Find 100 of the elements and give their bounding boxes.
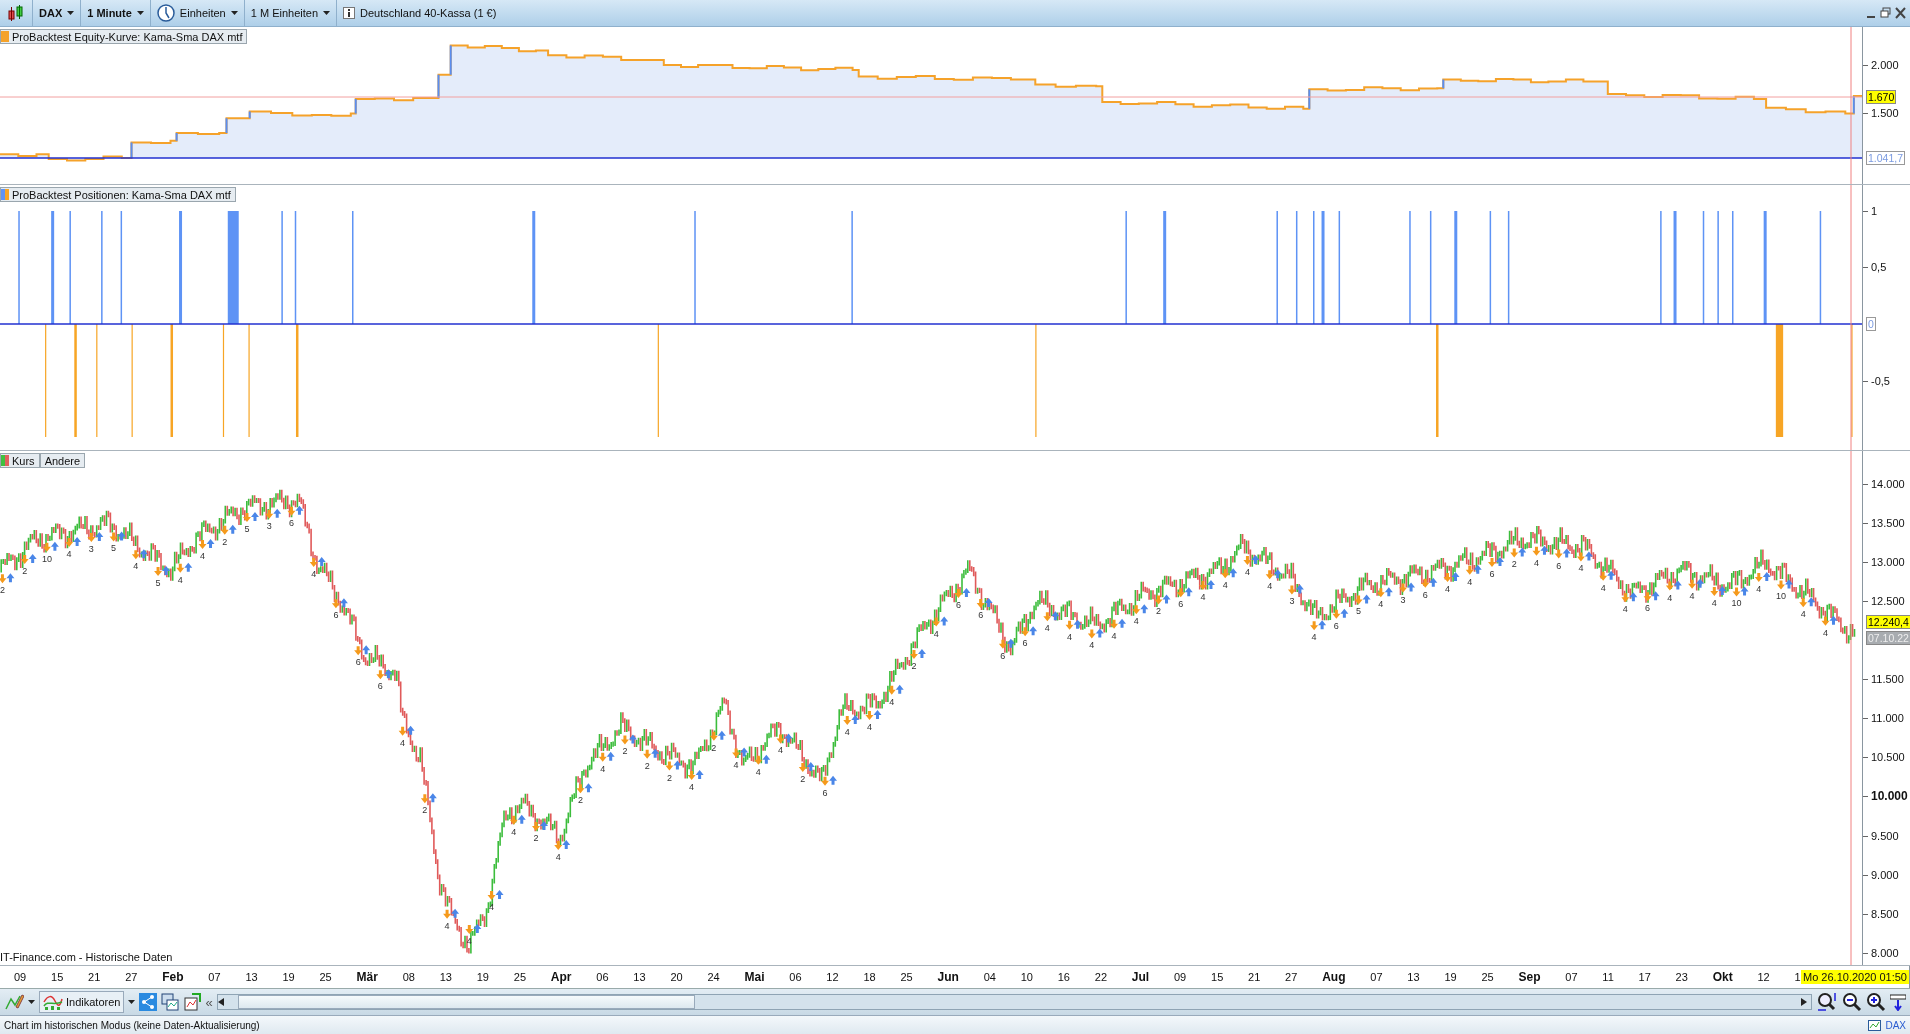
trade-size-label: 4 xyxy=(177,574,183,585)
trade-size-label: 2 xyxy=(577,795,583,806)
zoom-in-icon[interactable] xyxy=(1866,992,1886,1012)
date-label: Okt xyxy=(1712,970,1733,984)
date-label: 06 xyxy=(789,971,802,983)
trade-size-label: 4 xyxy=(933,628,939,639)
zoom-out-icon[interactable] xyxy=(1842,992,1862,1012)
trade-size-label: 4 xyxy=(489,902,495,912)
date-label: 12 xyxy=(826,971,839,983)
indicators-button[interactable]: Indikatoren xyxy=(39,991,125,1013)
trade-size-label: 4 xyxy=(444,920,450,931)
axis-tick-label: 2.000 xyxy=(1863,59,1899,71)
legend-tab[interactable]: Kurs xyxy=(0,453,40,468)
legend-tab[interactable]: ProBacktest Equity-Kurve: Kama-Sma DAX mtf xyxy=(0,29,248,44)
scroll-left-icon[interactable] xyxy=(217,998,224,1006)
compare-charts-icon[interactable] xyxy=(161,993,180,1011)
trade-size-label: 6 xyxy=(1178,599,1184,610)
candlestick-icon[interactable] xyxy=(6,4,26,22)
market-name: Deutschland 40-Kassa (1 €) xyxy=(360,7,497,19)
trade-size-label: 10 xyxy=(1776,591,1786,602)
collapse-button[interactable]: « xyxy=(205,994,213,1010)
zoom-fit-icon[interactable] xyxy=(1816,992,1838,1012)
restore-icon[interactable] xyxy=(1880,7,1891,19)
trade-size-label: 4 xyxy=(1111,630,1117,641)
trade-size-label: 2 xyxy=(22,566,28,577)
trade-size-label: 4 xyxy=(133,561,139,572)
indicator-chart-icon[interactable] xyxy=(43,994,63,1010)
units-dropdown[interactable]: Einheiten xyxy=(150,0,245,26)
trade-size-label: 6 xyxy=(1000,650,1006,661)
scroll-right-icon[interactable] xyxy=(1801,998,1807,1006)
date-label: 12 xyxy=(1757,971,1770,983)
chart-window-icon[interactable] xyxy=(1868,1019,1883,1031)
share-icon[interactable] xyxy=(139,993,158,1011)
trade-size-label: 6 xyxy=(822,787,828,798)
axis-tick-label: 0,5 xyxy=(1863,261,1887,273)
value-badge: 1.670 xyxy=(1866,90,1897,104)
trade-size-label: 10 xyxy=(1731,598,1742,609)
trade-size-label: 3 xyxy=(1400,594,1406,605)
date-label: 09 xyxy=(14,971,27,983)
scrollbar[interactable] xyxy=(216,994,1812,1010)
trade-size-label: 4 xyxy=(311,569,317,580)
caret-down-icon[interactable] xyxy=(230,11,238,15)
trade-size-label: 4 xyxy=(1533,557,1539,568)
axis-tick-label: 12.500 xyxy=(1863,595,1905,607)
caret-down-icon[interactable] xyxy=(67,11,75,15)
trade-size-label: 4 xyxy=(889,696,895,707)
date-label: 04 xyxy=(983,971,996,983)
trade-size-label: 4 xyxy=(1467,576,1473,587)
trade-size-label: 4 xyxy=(1267,581,1273,592)
trade-size-label: 4 xyxy=(1822,627,1828,638)
axis-tick-label: -0,5 xyxy=(1863,375,1890,387)
date-label: 07 xyxy=(1565,971,1578,983)
trade-size-label: 2 xyxy=(422,805,428,816)
axis-tick-label: 9.500 xyxy=(1863,830,1899,842)
download-icon[interactable] xyxy=(1890,993,1906,1011)
date-label: 17 xyxy=(1638,971,1651,983)
trade-size-label: 4 xyxy=(1756,584,1762,595)
date-label: 13 xyxy=(245,971,258,983)
status-text: Chart im historischen Modus (keine Daten-Aktualisierung) xyxy=(4,1019,260,1031)
date-label: 07 xyxy=(1370,971,1383,983)
trade-size-label: 3 xyxy=(1289,596,1295,607)
date-label: 23 xyxy=(1675,971,1688,983)
unit-count-dropdown[interactable]: 1 M Einheiten xyxy=(244,0,337,26)
axis-tick-label: 8.000 xyxy=(1863,947,1899,959)
trade-size-label: 6 xyxy=(333,610,339,621)
caret-down-icon[interactable] xyxy=(128,1000,136,1004)
date-label: 19 xyxy=(1444,971,1457,983)
axis-tick-label: 9.000 xyxy=(1863,869,1899,881)
date-label: 15 xyxy=(1211,971,1224,983)
date-label: 24 xyxy=(707,971,720,983)
date-label: 22 xyxy=(1094,971,1108,983)
close-icon[interactable] xyxy=(1895,7,1906,19)
pencil-chart-icon[interactable] xyxy=(4,993,24,1011)
date-label: Mai xyxy=(744,970,765,984)
legend-tab[interactable]: Andere xyxy=(39,453,86,468)
date-label: 13 xyxy=(633,971,646,983)
trade-size-label: 4 xyxy=(689,782,695,793)
legend-tab[interactable]: ProBacktest Positionen: Kama-Sma DAX mtf xyxy=(0,187,236,202)
trade-size-label: 4 xyxy=(511,826,517,837)
caret-down-icon[interactable] xyxy=(323,11,330,15)
legend-swatch-icon xyxy=(1,189,9,200)
instrument-dropdown[interactable]: DAX xyxy=(33,0,82,26)
axis-tick-label: 11.000 xyxy=(1863,712,1904,724)
caret-down-icon[interactable] xyxy=(136,11,144,15)
trade-size-label: 4 xyxy=(466,936,472,946)
trade-size-label: 4 xyxy=(1222,580,1228,591)
trade-size-label: 4 xyxy=(1622,604,1628,615)
instrument-link[interactable]: DAX xyxy=(1885,1019,1906,1031)
caret-down-icon[interactable] xyxy=(28,1000,35,1004)
trade-size-label: 4 xyxy=(1600,582,1606,593)
trade-size-label: 6 xyxy=(1645,603,1651,614)
info-icon[interactable] xyxy=(343,7,355,19)
timeframe-dropdown[interactable]: 1 Minute xyxy=(81,0,151,26)
clock-icon[interactable] xyxy=(156,4,175,22)
trade-size-label: 4 xyxy=(1578,563,1584,574)
trade-size-label: 4 xyxy=(1311,632,1317,643)
chart-export-icon[interactable] xyxy=(183,993,202,1011)
date-label: 21 xyxy=(88,971,101,983)
data-source-text: IT-Finance.com - Historische Daten xyxy=(0,951,173,963)
trade-size-label: 6 xyxy=(955,599,961,610)
